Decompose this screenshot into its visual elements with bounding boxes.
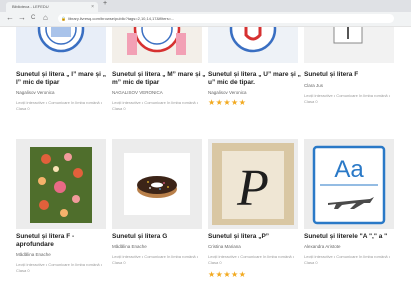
lesson-title[interactable]: Sunetul și litera „P” <box>208 233 303 241</box>
new-tab-button[interactable]: + <box>103 0 107 7</box>
lesson-author: Mădălina Enache <box>16 252 51 257</box>
lesson-card[interactable]: P Sunetul și litera „P” Cristina Mariana… <box>208 139 298 284</box>
lesson-thumbnail[interactable] <box>16 139 106 229</box>
home-button[interactable]: ⌂ <box>43 13 48 22</box>
lesson-image <box>304 27 394 63</box>
lesson-image: Aa <box>304 139 394 229</box>
lesson-author: Cristina Mariana <box>208 244 241 249</box>
lesson-title[interactable]: Sunetul și litera F - aprofundare <box>16 233 111 249</box>
lesson-author: Mădălina Enache <box>112 244 147 249</box>
lesson-meta: Lecții interactive • Comunicare în limba… <box>16 100 103 111</box>
back-button[interactable]: ← <box>6 13 14 22</box>
lesson-title[interactable]: Sunetul și litera G <box>112 233 207 241</box>
address-url: library.livresq.com/browse/public?tags=2… <box>68 16 175 21</box>
lesson-author: NAGALISOV VERONICA <box>112 90 163 95</box>
lesson-meta: Lecții interactive • Comunicare în limba… <box>304 254 391 265</box>
rating-stars: ★★★★★ <box>208 270 247 279</box>
rating-stars: ★★★★★ <box>208 98 247 107</box>
lesson-meta: Lecții interactive • Comunicare în limba… <box>112 100 199 111</box>
browser-tab[interactable]: Biblioteca - LEFEDU × <box>6 2 98 12</box>
address-bar[interactable]: 🔒 library.livresq.com/browse/public?tags… <box>58 14 394 23</box>
lesson-card[interactable]: Sunetul și litera „ M” mare și „ m” mic … <box>112 27 206 137</box>
lesson-author: Alexandra Aristote <box>304 244 341 249</box>
lesson-card[interactable]: Sunetul și litera F - aprofundare Mădăli… <box>16 139 106 284</box>
lesson-title[interactable]: Sunetul și litera „ l” mare și „ l” mic … <box>16 71 111 87</box>
lesson-card[interactable]: Sunetul și litera F Clara Jus Lecții int… <box>304 27 394 137</box>
lesson-image <box>16 27 106 63</box>
lesson-image <box>112 139 202 229</box>
aa-glyph: Aa <box>334 156 364 183</box>
lesson-card[interactable]: Sunetul și litera „ l” mare și „ l” mic … <box>16 27 106 137</box>
lesson-thumbnail[interactable] <box>112 27 202 63</box>
lesson-meta: Lecții interactive • Comunicare în limba… <box>16 262 103 273</box>
lesson-image <box>112 27 202 63</box>
lesson-thumbnail[interactable]: Aa <box>304 139 394 229</box>
lesson-thumbnail[interactable] <box>16 27 106 63</box>
lesson-thumbnail[interactable] <box>304 27 394 63</box>
browser-tab-bar: Biblioteca - LEFEDU × + <box>0 0 411 12</box>
lesson-title[interactable]: Sunetul și literele "A "," a " <box>304 233 399 241</box>
lesson-title[interactable]: Sunetul și litera F <box>304 71 399 79</box>
lock-icon: 🔒 <box>61 16 66 21</box>
forward-button[interactable]: → <box>18 13 26 22</box>
lesson-meta: Lecții interactive • Comunicare în limba… <box>112 254 199 265</box>
lesson-image <box>16 139 106 229</box>
lesson-author: Clara Jus <box>304 83 324 88</box>
p-letter-glyph: P <box>236 160 269 217</box>
lesson-meta: Lecții interactive • Comunicare în limba… <box>304 93 391 104</box>
lesson-thumbnail[interactable]: P <box>208 139 298 229</box>
lesson-title[interactable]: Sunetul și litera „ M” mare și „ m” mic … <box>112 71 207 87</box>
lesson-image: P <box>208 139 298 229</box>
tab-title: Biblioteca - LEFEDU <box>12 4 49 9</box>
reload-button[interactable]: C <box>31 15 35 21</box>
lesson-card[interactable]: Aa Sunetul și literele "A "," a " Alexan… <box>304 139 394 284</box>
lesson-card[interactable]: Sunetul și litera „ U” mare și „ u” mic … <box>208 27 301 137</box>
lesson-meta: Lecții interactive • Comunicare în limba… <box>208 254 295 265</box>
tab-close-icon[interactable]: × <box>91 2 94 12</box>
lesson-card[interactable]: Sunetul și litera G Mădălina Enache Lecț… <box>112 139 202 284</box>
lesson-author: Nagalisov Veronica <box>208 90 247 95</box>
lesson-image <box>208 27 298 63</box>
lesson-title[interactable]: Sunetul și litera „ U” mare și „ u” mic … <box>208 71 303 87</box>
library-grid: Sunetul și litera „ l” mare și „ l” mic … <box>0 27 411 284</box>
lesson-thumbnail[interactable] <box>208 27 298 63</box>
lesson-author: Nagalisov Veronica <box>16 90 55 95</box>
lesson-thumbnail[interactable] <box>112 139 202 229</box>
browser-toolbar: ← → C ⌂ 🔒 library.livresq.com/browse/pub… <box>0 12 411 27</box>
